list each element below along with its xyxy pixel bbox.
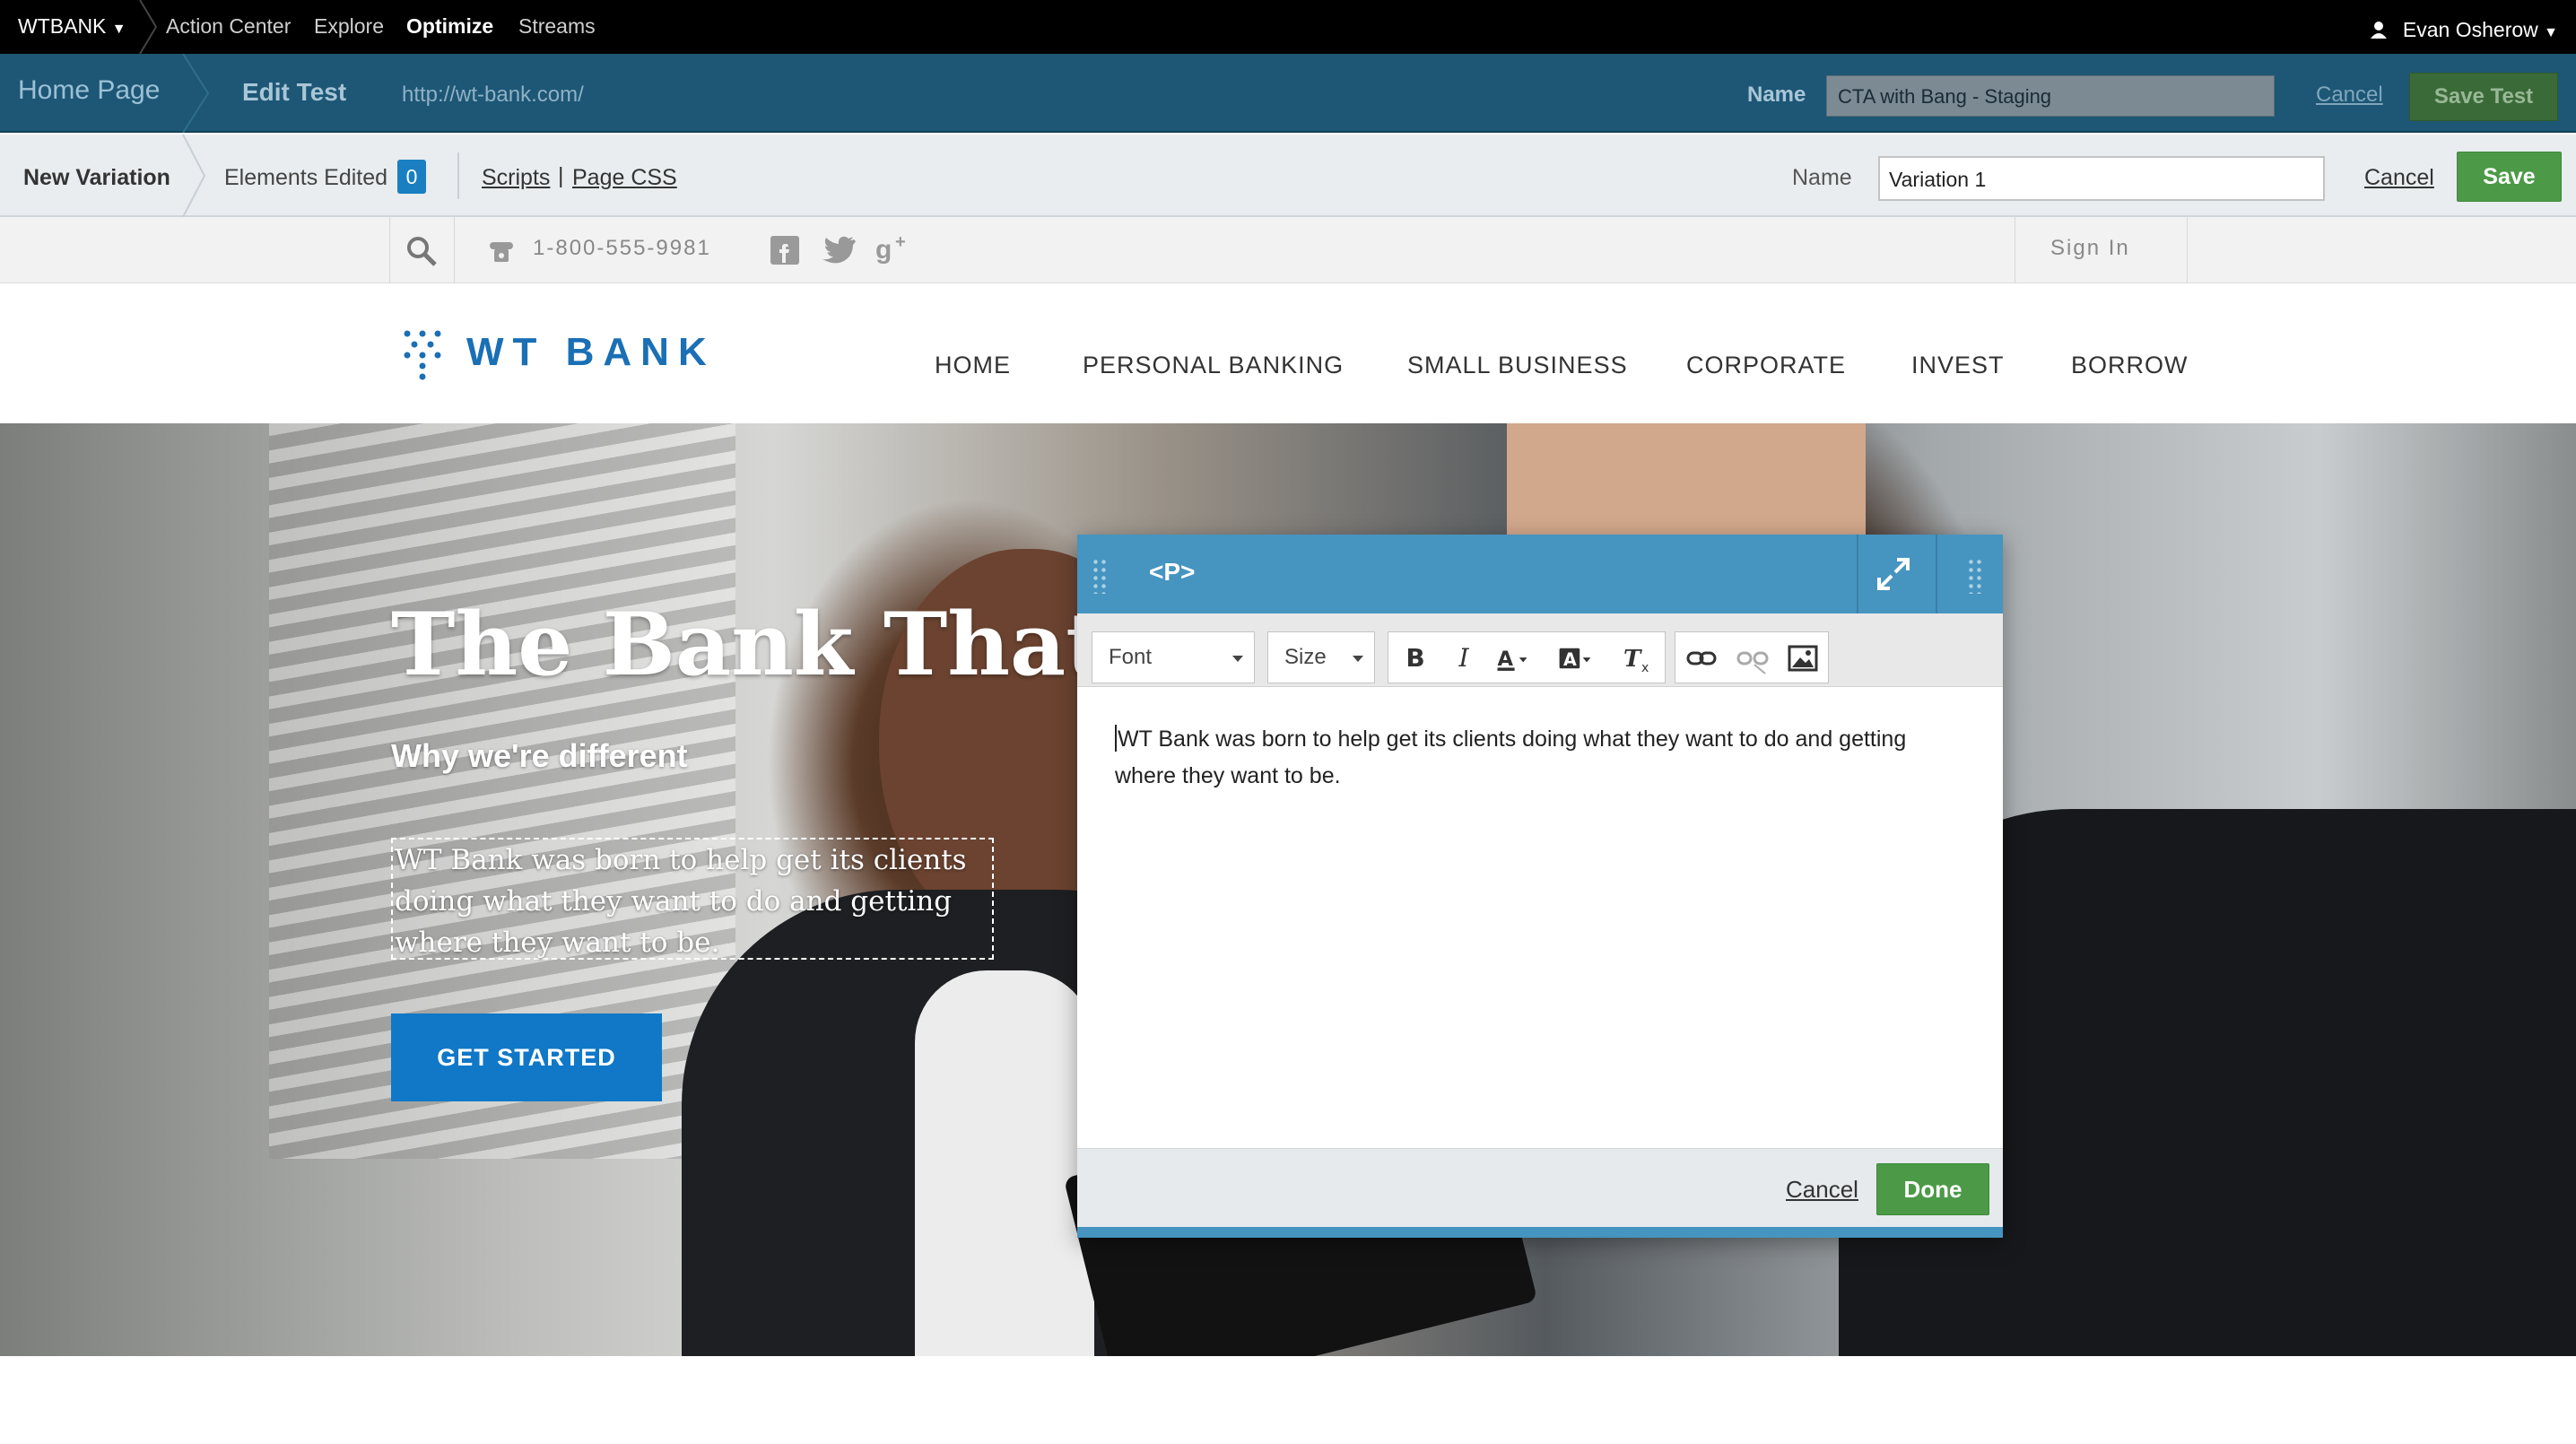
elements-edited-label: Elements Edited <box>224 165 388 190</box>
divider <box>454 217 455 283</box>
breadcrumb-separator-icon <box>182 135 206 217</box>
divider <box>2187 217 2188 283</box>
variation-save-button[interactable]: Save <box>2457 152 2562 202</box>
divider <box>389 217 390 283</box>
svg-text:A: A <box>1563 649 1577 670</box>
editor-done-button[interactable]: Done <box>1876 1163 1989 1215</box>
variation-cancel-link[interactable]: Cancel <box>2364 165 2434 191</box>
svg-text:T: T <box>1623 646 1642 673</box>
italic-icon[interactable]: I <box>1446 641 1482 675</box>
font-dropdown[interactable]: Font <box>1092 631 1255 683</box>
variation-bar: New Variation Elements Edited 0 Scripts … <box>0 135 2576 217</box>
hero-photo-person <box>915 970 1094 1356</box>
sign-in-link[interactable]: Sign In <box>2050 236 2130 261</box>
editor-content-area[interactable]: WT Bank was born to help get its clients… <box>1077 687 2003 1148</box>
new-variation-label: New Variation <box>23 165 170 190</box>
nav-streams[interactable]: Streams <box>518 14 596 39</box>
editor-toolbar: Font Size B I A A Tx <box>1077 613 2003 687</box>
get-started-button[interactable]: GET STARTED <box>391 1013 662 1101</box>
site-menu-personal-banking[interactable]: PERSONAL BANKING <box>1083 352 1344 379</box>
link-separator: | <box>558 163 564 188</box>
editor-content-text: WT Bank was born to help get its clients… <box>1115 726 1907 788</box>
breadcrumb-separator-icon <box>182 54 210 133</box>
expand-icon[interactable] <box>1874 554 1913 594</box>
unlink-icon[interactable] <box>1735 641 1771 675</box>
editor-bottom-border <box>1077 1227 2003 1238</box>
elements-edited-count-badge: 0 <box>397 160 426 194</box>
link-icon[interactable] <box>1684 641 1720 675</box>
caret-down-icon <box>1232 656 1243 662</box>
facebook-icon[interactable] <box>770 235 800 265</box>
remove-format-icon[interactable]: Tx <box>1620 641 1656 675</box>
svg-text:g: g <box>875 235 892 265</box>
test-name-label: Name <box>1747 83 1806 107</box>
editor-cancel-link[interactable]: Cancel <box>1786 1176 1858 1204</box>
caret-down-icon <box>1353 656 1363 662</box>
site-menu-corporate[interactable]: CORPORATE <box>1686 352 1846 379</box>
site-menu-borrow[interactable]: BORROW <box>2071 352 2189 379</box>
user-name: Evan Osherow <box>2402 18 2538 41</box>
app-root: WTBANK ▼ Action Center Explore Optimize … <box>0 0 2576 1444</box>
text-cursor <box>1115 725 1117 752</box>
size-dropdown-label: Size <box>1284 645 1327 669</box>
variation-name-input[interactable]: Variation 1 <box>1878 156 2325 201</box>
site-menu-home[interactable]: HOME <box>935 352 1011 379</box>
page-css-link[interactable]: Page CSS <box>572 165 677 191</box>
drag-handle-icon[interactable] <box>1092 558 1108 594</box>
test-url: http://wt-bank.com/ <box>402 83 584 107</box>
nav-action-center[interactable]: Action Center <box>166 14 291 39</box>
phone-number[interactable]: 1-800-555-9981 <box>533 236 711 261</box>
drag-handle-icon[interactable] <box>1967 558 1983 594</box>
user-menu[interactable]: Evan Osherow ▼ <box>2370 18 2558 42</box>
google-plus-icon[interactable]: g + <box>875 233 911 265</box>
twitter-icon[interactable] <box>822 236 856 265</box>
wt-bank-logo-icon <box>404 330 441 380</box>
caret-down-icon: ▼ <box>111 22 126 37</box>
divider <box>457 152 459 199</box>
background-color-icon[interactable]: A <box>1557 641 1593 675</box>
edit-test-bar: Home Page Edit Test http://wt-bank.com/ … <box>0 54 2576 133</box>
editor-header[interactable]: <P> <box>1077 535 2003 613</box>
site-header: WT BANK HOME PERSONAL BANKING SMALL BUSI… <box>0 283 2576 423</box>
svg-text:+: + <box>895 233 906 252</box>
variation-name-label: Name <box>1792 165 1852 190</box>
site-menu-small-business[interactable]: SMALL BUSINESS <box>1407 352 1628 379</box>
brand-label: WTBANK <box>18 14 107 38</box>
breadcrumb-separator-icon <box>139 0 158 54</box>
site-utility-bar: 1-800-555-9981 g + Sign In <box>0 217 2576 283</box>
caret-down-icon: ▼ <box>2544 25 2558 40</box>
svg-text:A: A <box>1497 648 1513 671</box>
text-color-icon[interactable]: A <box>1494 641 1530 675</box>
editor-footer: Cancel Done <box>1077 1148 2003 1227</box>
bold-icon[interactable]: B <box>1397 641 1433 675</box>
search-icon[interactable] <box>405 235 438 267</box>
image-icon[interactable] <box>1785 641 1821 675</box>
top-navigation-bar: WTBANK ▼ Action Center Explore Optimize … <box>0 0 2576 54</box>
save-test-button[interactable]: Save Test <box>2409 73 2558 121</box>
hero-paragraph-selected[interactable]: WT Bank was born to help get its clients… <box>391 838 994 960</box>
site-logo-text[interactable]: WT BANK <box>466 330 716 375</box>
insert-button-group <box>1675 631 1829 683</box>
nav-optimize[interactable]: Optimize <box>406 14 493 39</box>
nav-explore[interactable]: Explore <box>314 14 384 39</box>
format-button-group: B I A A Tx <box>1388 631 1666 683</box>
divider <box>1857 535 1858 613</box>
site-menu-invest[interactable]: INVEST <box>1911 352 2005 379</box>
brand-dropdown[interactable]: WTBANK ▼ <box>18 14 126 39</box>
breadcrumb-home-page[interactable]: Home Page <box>18 75 160 106</box>
test-name-input[interactable]: CTA with Bang - Staging <box>1826 75 2275 117</box>
rich-text-editor-dialog: <P> Font Size B I A A T x WT Bank was bo… <box>1077 535 2003 1238</box>
test-cancel-link[interactable]: Cancel <box>2316 83 2383 108</box>
scripts-link[interactable]: Scripts <box>482 165 550 191</box>
font-dropdown-label: Font <box>1109 645 1153 669</box>
divider <box>1936 535 1937 613</box>
breadcrumb-edit-test: Edit Test <box>242 78 347 106</box>
size-dropdown[interactable]: Size <box>1267 631 1375 683</box>
element-tag-label: <P> <box>1149 558 1196 586</box>
svg-text:x: x <box>1641 661 1649 675</box>
user-icon <box>2370 22 2387 39</box>
hero-subheading[interactable]: Why we're different <box>391 737 688 775</box>
phone-icon <box>490 242 513 262</box>
